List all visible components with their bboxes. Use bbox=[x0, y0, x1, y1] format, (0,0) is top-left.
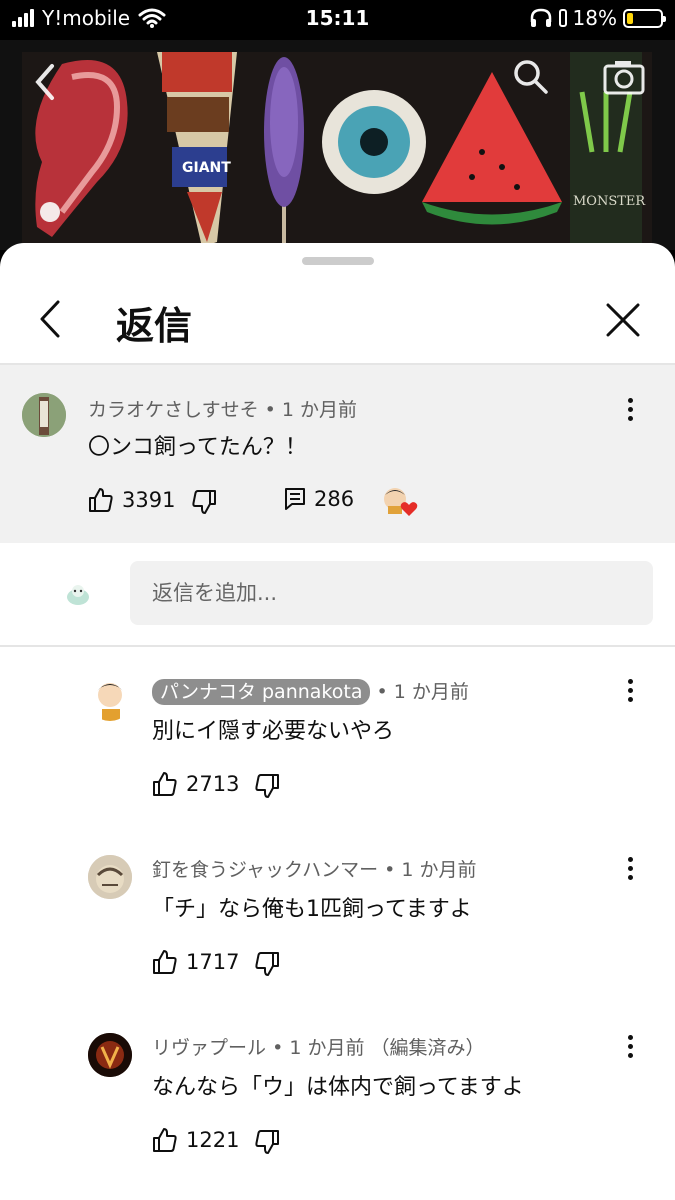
meta-separator: • bbox=[264, 399, 282, 421]
thumb-up-icon bbox=[153, 1128, 177, 1152]
replies-sheet: 返信 カラオケさしすせそ • 1 か月前 〇ンコ飼ってたん？！ 3391 286… bbox=[0, 243, 675, 1200]
comment-age: 1 か月前 bbox=[401, 859, 477, 881]
meta-separator: • bbox=[376, 681, 394, 703]
comment-meta: カラオケさしすせそ • 1 か月前 bbox=[88, 395, 357, 422]
thumb-down-icon[interactable] bbox=[191, 489, 217, 515]
status-bar: Y!mobile 15:11 18% bbox=[0, 0, 675, 40]
like-count: 3391 bbox=[122, 488, 176, 512]
comment-text: 〇ンコ飼ってたん？！ bbox=[88, 435, 307, 460]
reply-item: パンナコタ pannakota • 1 か月前 別にイ隠す必要ないやろ 2713 bbox=[0, 653, 675, 831]
sheet-header: 返信 bbox=[0, 271, 675, 363]
comment-author[interactable]: 釘を食うジャックハンマー bbox=[152, 859, 378, 881]
video-back-icon[interactable] bbox=[30, 62, 60, 102]
thumb-up-icon bbox=[89, 488, 113, 512]
comment-author[interactable]: パンナコタ pannakota bbox=[152, 679, 371, 705]
eyeball-image bbox=[322, 90, 426, 194]
reply-count: 286 bbox=[314, 487, 355, 511]
close-icon[interactable] bbox=[604, 301, 642, 339]
comment-meta: パンナコタ pannakota • 1 か月前 bbox=[152, 677, 469, 705]
video-thumbnail: GIANT MONSTER bbox=[35, 52, 646, 250]
avatar[interactable] bbox=[22, 393, 66, 437]
camera-icon[interactable] bbox=[602, 58, 646, 96]
search-icon[interactable] bbox=[512, 58, 550, 96]
chevron-left-icon[interactable] bbox=[34, 299, 64, 339]
meta-separator: • bbox=[384, 859, 402, 881]
reply-item: 釘を食うジャックハンマー • 1 か月前 「チ」なら俺も1匹飼ってますよ 171… bbox=[0, 831, 675, 1009]
comment-age: 1 か月前 bbox=[281, 399, 358, 421]
comment-meta: リヴァプール • 1 か月前 （編集済み） bbox=[152, 1033, 485, 1060]
reply-divider bbox=[0, 645, 675, 647]
comment-age: 1 か月前 bbox=[289, 1037, 365, 1059]
thumb-down-icon[interactable] bbox=[254, 773, 280, 799]
like-count: 2713 bbox=[186, 772, 240, 796]
battery-icon bbox=[623, 8, 666, 28]
comment-author[interactable]: カラオケさしすせそ bbox=[88, 399, 259, 421]
like-button[interactable]: 2713 bbox=[152, 771, 239, 797]
rotation-lock-icon bbox=[558, 9, 567, 27]
thumb-up-icon bbox=[153, 950, 177, 974]
comment-age: 1 か月前 bbox=[393, 681, 469, 703]
replies-button[interactable]: 286 bbox=[284, 487, 354, 511]
thumb-down-icon[interactable] bbox=[254, 951, 280, 977]
reply-item: リヴァプール • 1 か月前 （編集済み） なんなら「ウ」は体内で飼ってますよ … bbox=[0, 1009, 675, 1187]
edited-label: （編集済み） bbox=[370, 1037, 485, 1059]
parent-comment: カラオケさしすせそ • 1 か月前 〇ンコ飼ってたん？！ 3391 286 bbox=[0, 365, 675, 543]
can-brand-text: MONSTER bbox=[573, 194, 646, 209]
avatar[interactable] bbox=[88, 855, 132, 899]
comment-text: 「チ」なら俺も1匹飼ってますよ bbox=[152, 897, 472, 922]
thumb-down-icon[interactable] bbox=[254, 1129, 280, 1155]
ice-cream-image: GIANT bbox=[157, 52, 237, 247]
like-count: 1717 bbox=[186, 950, 240, 974]
avatar[interactable] bbox=[88, 1033, 132, 1077]
more-options-icon[interactable] bbox=[628, 679, 634, 706]
drag-handle[interactable] bbox=[302, 257, 374, 265]
video-player[interactable]: GIANT MONSTER bbox=[0, 40, 675, 250]
rock-candy-image bbox=[264, 57, 304, 250]
like-button[interactable]: 3391 bbox=[88, 487, 175, 513]
comment-icon bbox=[285, 488, 305, 510]
add-reply-row bbox=[0, 543, 675, 645]
reply-input[interactable] bbox=[130, 561, 653, 625]
comment-meta: 釘を食うジャックハンマー • 1 か月前 bbox=[152, 855, 477, 882]
comment-author[interactable]: リヴァプール bbox=[152, 1037, 266, 1059]
creator-heart bbox=[382, 485, 418, 521]
meta-separator: • bbox=[272, 1037, 290, 1059]
avatar[interactable] bbox=[88, 677, 132, 721]
sheet-title: 返信 bbox=[116, 304, 193, 348]
like-button[interactable]: 1717 bbox=[152, 949, 239, 975]
video-frame: GIANT MONSTER bbox=[22, 52, 652, 250]
like-button[interactable]: 1221 bbox=[152, 1127, 239, 1153]
svg-text:GIANT: GIANT bbox=[182, 160, 231, 176]
more-options-icon[interactable] bbox=[628, 857, 634, 884]
more-options-icon[interactable] bbox=[628, 1035, 634, 1062]
battery-percent: 18% bbox=[572, 6, 617, 30]
status-right: 18% bbox=[529, 6, 666, 30]
comment-text: 別にイ隠す必要ないやろ bbox=[152, 719, 395, 744]
headphones-icon bbox=[530, 8, 551, 27]
more-options-icon[interactable] bbox=[628, 398, 634, 425]
battery-level bbox=[627, 12, 633, 24]
user-avatar bbox=[62, 579, 94, 611]
thumb-up-icon bbox=[153, 772, 177, 796]
heart-icon bbox=[400, 502, 418, 516]
comment-text: なんなら「ウ」は体内で飼ってますよ bbox=[152, 1075, 524, 1100]
like-count: 1221 bbox=[186, 1128, 240, 1152]
